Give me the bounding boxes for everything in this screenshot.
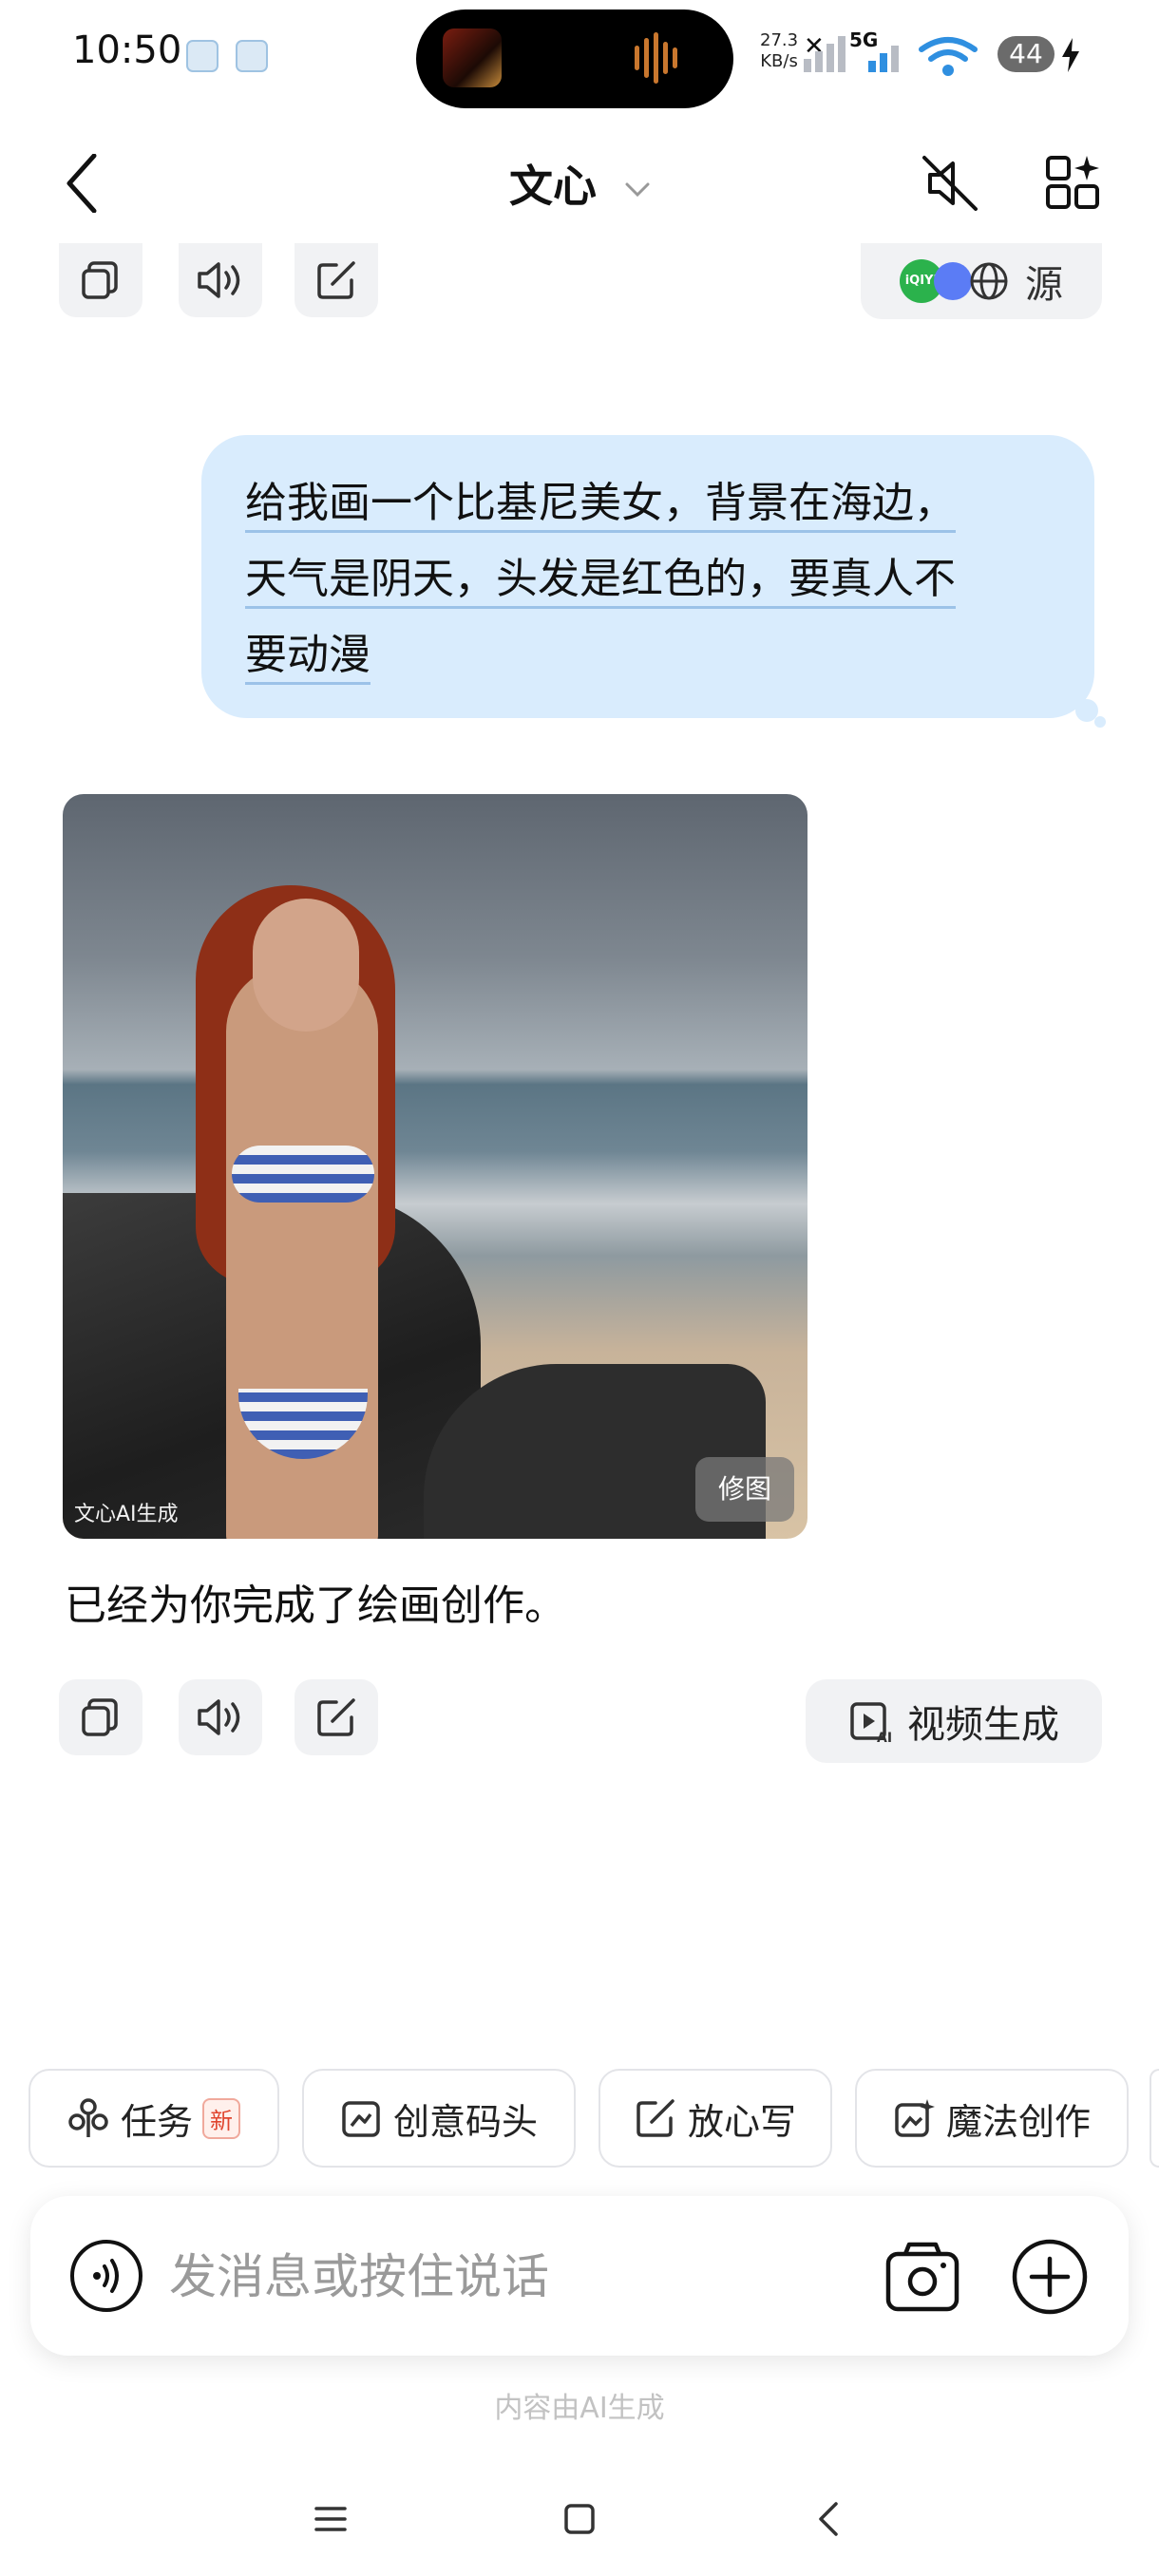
menu-icon [314, 2507, 347, 2531]
chip-magic-create[interactable]: 魔法创作 [855, 2069, 1129, 2168]
notification-app-icon [186, 40, 218, 72]
media-thumbnail[interactable] [443, 28, 502, 87]
ai-watermark: 文心AI生成 [74, 1503, 179, 1526]
cloud-app-icon [236, 40, 268, 72]
square-icon [564, 2504, 595, 2534]
audio-wave-bar [644, 38, 649, 78]
chip-task[interactable]: 任务 新 [28, 2069, 279, 2168]
plus-icon [1012, 2239, 1088, 2315]
chevron-left-icon [819, 2502, 838, 2536]
chip-write[interactable]: 放心写 [598, 2069, 832, 2168]
signal-icon [804, 59, 811, 72]
speaker-icon [198, 1699, 240, 1735]
chip-creative-dock[interactable]: 创意码头 [302, 2069, 576, 2168]
wifi-icon [919, 37, 978, 76]
sources-label: 源 [1025, 263, 1063, 307]
chip-overflow[interactable] [1150, 2069, 1159, 2168]
home-nav-button[interactable] [549, 2489, 610, 2549]
user-message-line: 天气是阴天，头发是红色的，要真人不 [245, 555, 956, 603]
task-icon [68, 2098, 108, 2137]
signal-5g-icon [868, 61, 876, 72]
back-nav-button[interactable] [798, 2489, 859, 2549]
audio-wave-bar [673, 47, 677, 68]
edit-icon [317, 261, 355, 299]
magic-image-icon [895, 2099, 935, 2137]
signal-bar [891, 46, 899, 72]
network-speed-value: 27.3 [760, 30, 799, 50]
ai-disclaimer: 内容由AI生成 [494, 2392, 665, 2425]
network-speed: 27.3 KB/s [760, 30, 798, 72]
chip-label: 魔法创作 [945, 2100, 1091, 2143]
image-swimsuit-top [232, 1146, 374, 1203]
voice-wave-icon [70, 2240, 142, 2312]
audio-wave-bar [663, 42, 668, 74]
signal-bar [838, 36, 846, 72]
chip-label: 放心写 [687, 2100, 796, 2143]
apps-button[interactable] [1036, 150, 1112, 217]
add-button[interactable] [1009, 2236, 1091, 2318]
voice-mode-button[interactable] [68, 2238, 144, 2314]
globe-icon [970, 262, 1008, 300]
read-aloud-button[interactable] [179, 243, 262, 317]
grid-sparkle-icon [1046, 156, 1099, 209]
svg-text:AI: AI [877, 1731, 892, 1744]
speaker-icon [198, 262, 240, 298]
edit-icon [636, 2099, 674, 2137]
copy-icon [82, 1698, 118, 1736]
menu-nav-button[interactable] [300, 2489, 361, 2549]
copy-button[interactable] [59, 1679, 142, 1755]
charging-icon [1062, 38, 1079, 72]
copy-button[interactable] [59, 243, 142, 317]
mute-button[interactable] [912, 150, 988, 217]
speaker-muted-icon [922, 156, 978, 211]
edit-button[interactable] [294, 1679, 378, 1755]
video-generate-label: 视频生成 [907, 1703, 1059, 1747]
read-aloud-button[interactable] [179, 1679, 262, 1755]
signal-bar [815, 51, 823, 72]
camera-button[interactable] [882, 2236, 963, 2318]
chip-label: 任务 [120, 2100, 193, 2143]
user-message-line: 要动漫 [245, 631, 370, 679]
network-speed-unit: KB/s [760, 51, 798, 71]
assistant-name: 文心 [508, 161, 597, 212]
new-badge: 新 [202, 2097, 240, 2139]
video-generate-button[interactable]: AI 视频生成 [806, 1679, 1102, 1763]
copy-icon [82, 261, 118, 299]
user-message-text: 给我画一个比基尼美女，背景在海边， 天气是阴天，头发是红色的，要真人不 要动漫 [245, 465, 1034, 693]
creative-icon [342, 2101, 380, 2137]
network-type: 5G [849, 28, 879, 51]
bubble-tail-dot [1094, 716, 1106, 728]
signal-bar [880, 53, 887, 72]
edit-image-button[interactable]: 修图 [695, 1457, 794, 1522]
source-app-icon [934, 262, 972, 300]
chip-label: 创意码头 [392, 2100, 538, 2143]
audio-wave-icon [635, 46, 639, 70]
status-time: 10:50 [72, 28, 182, 72]
chevron-down-icon [625, 182, 650, 197]
edit-icon [317, 1698, 355, 1736]
ai-video-icon: AI [850, 1702, 892, 1744]
sources-button[interactable]: iQIYI 源 [861, 243, 1102, 319]
user-message-line: 给我画一个比基尼美女，背景在海边， [245, 479, 956, 527]
assistant-reply-text: 已经为你完成了绘画创作。 [65, 1582, 566, 1630]
image-figure-face [253, 899, 359, 1032]
message-input[interactable] [167, 2238, 836, 2316]
camera-icon [885, 2242, 960, 2312]
edit-button[interactable] [294, 243, 378, 317]
audio-wave-bar [654, 32, 658, 84]
generated-image[interactable]: 文心AI生成 修图 [63, 794, 808, 1539]
signal-bar [826, 44, 834, 72]
battery-indicator: 44 [998, 36, 1054, 72]
